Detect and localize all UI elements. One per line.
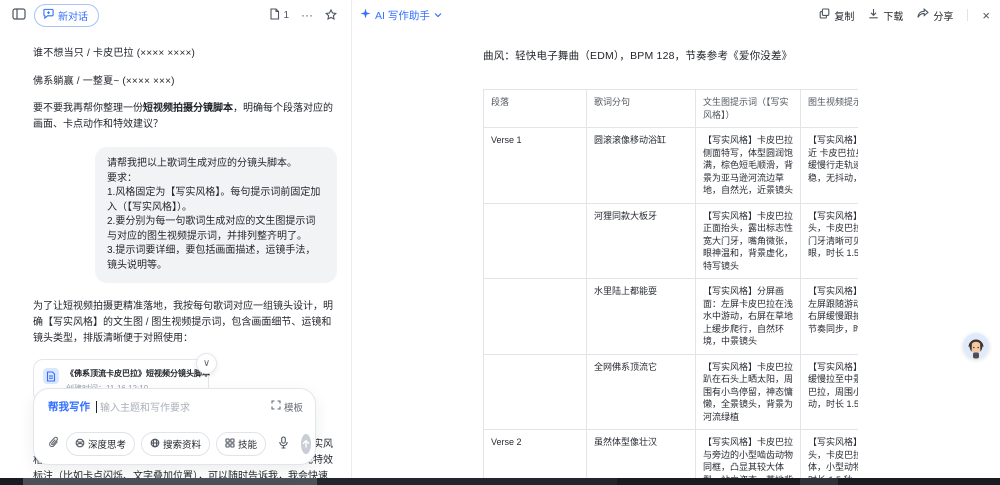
composer-input[interactable]: 输入主题和写作要求 — [100, 399, 271, 414]
download-button[interactable]: 下载 — [868, 8, 903, 23]
scroll-to-bottom-button[interactable]: ∨ — [196, 353, 217, 374]
composer[interactable]: 帮我写作 输入主题和写作要求 模板 — [33, 388, 316, 465]
cell-section: Verse 1 — [484, 128, 587, 204]
paperclip-icon — [48, 436, 60, 452]
col-header-section: 段落 — [484, 90, 587, 128]
more-icon: ··· — [301, 8, 313, 22]
col-header-t2i: 文生图提示词（【写实风格】） — [696, 90, 801, 128]
close-panel-button[interactable]: × — [982, 9, 990, 22]
sparkle-icon — [360, 8, 371, 22]
new-chat-icon — [43, 8, 54, 22]
close-icon: × — [982, 8, 990, 23]
microphone-button[interactable] — [278, 436, 289, 452]
template-icon — [271, 400, 281, 413]
more-options-button[interactable]: ··· — [301, 8, 313, 22]
writing-mode-label[interactable]: 帮我写作 — [48, 399, 90, 414]
editor-header: AI 写作助手 复制 — [352, 0, 1000, 30]
table-row: Verse 2 虽然体型像壮汉 【写实风格】卡皮巴拉与旁边的小型啮齿动物同框，凸… — [484, 430, 859, 479]
cell-t2i: 【写实风格】卡皮巴拉正面抬头，露出标志性宽大门牙，嘴角微张，眼神温和，背景虚化，… — [696, 203, 801, 279]
cell-section — [484, 279, 587, 355]
cell-i2v: 【写实风格】特写 头，卡皮巴拉宽 门牙清晰可见，眨 眼，时长 1.5 秒 — [801, 203, 859, 279]
ai-writing-assistant-button[interactable]: AI 写作助手 — [360, 8, 442, 23]
assistant-intro-text: 为了让短视频拍摄更精准落地，我按每句歌词对应一组镜头设计，明确【写实风格】的文生… — [33, 299, 337, 347]
chevron-down-icon: ∨ — [203, 358, 210, 369]
cell-i2v: 【写实风格】镜头 近 卡皮巴拉身体 缓慢行走轨迹平 稳，无抖动， — [801, 128, 859, 204]
send-button[interactable] — [301, 434, 311, 454]
col-header-i2v: 图生视频提示词 — [801, 90, 859, 128]
cell-t2i: 【写实风格】卡皮巴拉侧面特写，体型圆润饱满，棕色短毛顺滑，背景为亚马逊河流边草地… — [696, 128, 801, 204]
star-icon — [325, 9, 337, 21]
ai-assistant-label: AI 写作助手 — [375, 8, 430, 23]
skills-button[interactable]: 技能 — [216, 432, 266, 456]
taskbar[interactable] — [0, 478, 1000, 485]
app-window: 新对话 1 ··· — [0, 0, 1000, 478]
document-icon — [269, 8, 280, 23]
document-count: 1 — [283, 10, 289, 21]
taskbar-segment[interactable] — [317, 478, 617, 485]
cell-lyric: 水里陆上都能耍 — [587, 279, 696, 355]
cell-t2i: 【写实风格】分屏画面：左屏卡皮巴拉在浅水中游动，右屏在草地上缓步爬行，自然环境，… — [696, 279, 801, 355]
assistant-followup-question: 要不要我再帮你整理一份短视频拍摄分镜脚本，明确每个段落对应的画面、卡点动作和特效… — [33, 101, 337, 133]
new-chat-label: 新对话 — [58, 8, 88, 23]
new-chat-button[interactable]: 新对话 — [34, 4, 99, 27]
share-icon — [917, 8, 929, 22]
doc-card-icon — [43, 368, 59, 384]
share-button[interactable]: 分享 — [917, 8, 953, 23]
divider — [967, 9, 968, 21]
taskbar-segment[interactable] — [800, 478, 838, 485]
template-button[interactable]: 模板 — [271, 400, 303, 414]
storyboard-table-container: 段落 歌词分句 文生图提示词（【写实风格】） 图生视频提示词 Verse 1 圆… — [483, 89, 858, 478]
deep-think-button[interactable]: 深度思考 — [66, 432, 135, 456]
lyric-line: 佛系躺赢 / 一整夏~ (×××× ×××) — [33, 72, 337, 87]
cell-lyric: 圆滚滚像移动浴缸 — [587, 128, 696, 204]
chat-panel: 新对话 1 ··· — [0, 0, 352, 478]
editor-toolbar: 复制 下载 分享 — [819, 8, 990, 23]
cell-i2v: 【写实风格】镜 头，卡皮巴拉主 体，小型动物对比 时长 1.5 秒 — [801, 430, 859, 479]
cell-t2i: 【写实风格】卡皮巴拉趴在石头上晒太阳，周围有小鸟停留，神态慵懒，全景镜头，背景为… — [696, 354, 801, 430]
cell-section — [484, 203, 587, 279]
document-count-button[interactable]: 1 — [269, 8, 289, 23]
cell-lyric: 全网佛系顶流它 — [587, 354, 696, 430]
editor-panel: AI 写作助手 复制 — [352, 0, 1000, 478]
doc-style-line: 曲风：轻快电子舞曲（EDM），BPM 128，节奏参考《爱你没差》 — [483, 48, 1000, 63]
copy-button[interactable]: 复制 — [819, 8, 854, 23]
cell-lyric: 虽然体型像壮汉 — [587, 430, 696, 479]
microphone-icon — [278, 436, 289, 452]
table-row: 全网佛系顶流它 【写实风格】卡皮巴拉趴在石头上晒太阳，周围有小鸟停留，神态慵懒，… — [484, 354, 859, 430]
cell-lyric: 河狸同款大板牙 — [587, 203, 696, 279]
col-header-lyric: 歌词分句 — [587, 90, 696, 128]
assistant-avatar[interactable] — [963, 333, 989, 359]
cell-section — [484, 354, 587, 430]
storyboard-table: 段落 歌词分句 文生图提示词（【写实风格】） 图生视频提示词 Verse 1 圆… — [483, 89, 858, 478]
table-header-row: 段落 歌词分句 文生图提示词（【写实风格】） 图生视频提示词 — [484, 90, 859, 128]
attach-file-button[interactable] — [48, 436, 60, 452]
chat-header: 新对话 1 ··· — [0, 0, 351, 30]
search-material-button[interactable]: 搜索资料 — [141, 432, 210, 456]
grid-icon — [225, 438, 235, 451]
cell-section: Verse 2 — [484, 430, 587, 479]
download-icon — [868, 8, 879, 22]
document-preview[interactable]: 曲风：轻快电子舞曲（EDM），BPM 128，节奏参考《爱你没差》 段落 歌词分… — [352, 30, 1000, 478]
table-row: Verse 1 圆滚滚像移动浴缸 【写实风格】卡皮巴拉侧面特写，体型圆润饱满，棕… — [484, 128, 859, 204]
globe-icon — [150, 438, 160, 451]
deep-think-icon — [75, 438, 85, 451]
text-cursor — [96, 401, 97, 413]
cell-i2v: 【写实风格】镜头 缓慢拉至中景， 巴拉，周围小鸟 动，时长 1.5 秒 — [801, 354, 859, 430]
sidebar-toggle-button[interactable] — [12, 8, 26, 23]
doc-card-title: 《佛系顶流卡皮巴拉》短视频分镜头脚本 — [66, 368, 210, 379]
cell-t2i: 【写实风格】卡皮巴拉与旁边的小型啮齿动物同框，凸显其较大体型，站立姿态，草地背景… — [696, 430, 801, 479]
arrow-up-icon — [301, 437, 311, 452]
favorite-button[interactable] — [325, 9, 337, 21]
table-row: 水里陆上都能耍 【写实风格】分屏画面：左屏卡皮巴拉在浅水中游动，右屏在草地上缓步… — [484, 279, 859, 355]
cell-i2v: 【写实风格】分屏 左屏跟随游动， 右屏缓慢跟拍， 节奏同步，时长 — [801, 279, 859, 355]
taskbar-active-segment[interactable] — [23, 478, 317, 485]
sidebar-icon — [12, 8, 26, 23]
table-row: 河狸同款大板牙 【写实风格】卡皮巴拉正面抬头，露出标志性宽大门牙，嘴角微张，眼神… — [484, 203, 859, 279]
chevron-down-icon — [434, 9, 442, 21]
copy-icon — [819, 8, 830, 22]
chat-header-actions: 1 ··· — [269, 8, 337, 23]
user-message-bubble: 请帮我把以上歌词生成对应的分镜头脚本。 要求： 1.风格固定为【写实风格】。每句… — [95, 147, 337, 283]
lyric-line: 谁不想当只 / 卡皮巴拉 (×××× ××××) — [33, 44, 337, 59]
